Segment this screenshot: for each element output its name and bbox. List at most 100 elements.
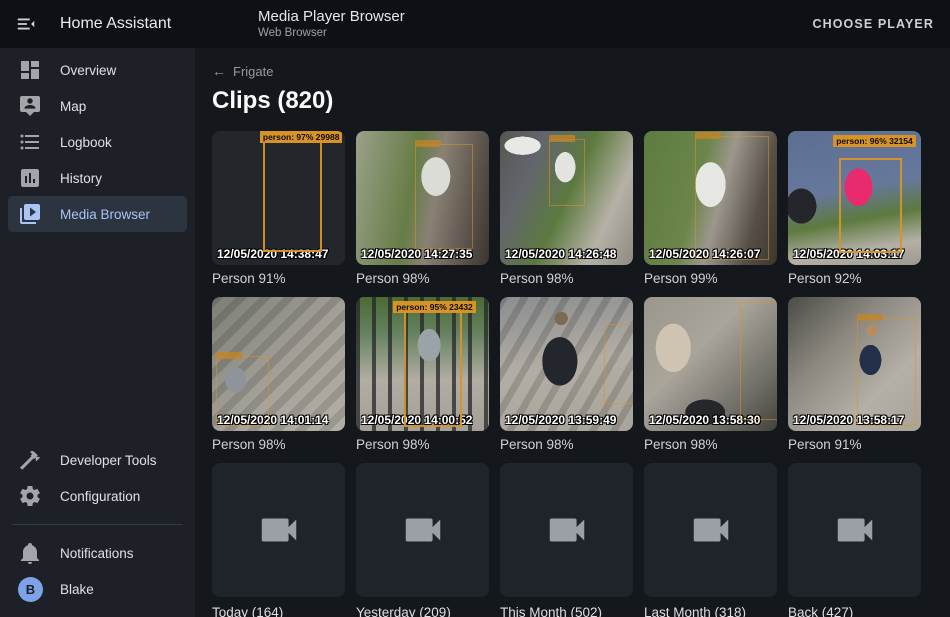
sidebar: Overview Map Logbook History Media Brows… bbox=[0, 48, 195, 617]
clip-card[interactable]: 12/05/2020 13:58:17 Person 91% bbox=[788, 297, 921, 454]
clip-timestamp: 12/05/2020 14:27:35 bbox=[361, 247, 472, 261]
clip-card[interactable]: 12/05/2020 13:58:30 Person 98% bbox=[644, 297, 777, 454]
choose-player-button[interactable]: CHOOSE PLAYER bbox=[812, 0, 934, 48]
folder-card-back[interactable]: Back (427) bbox=[788, 463, 921, 617]
sidebar-item-label: Logbook bbox=[60, 135, 112, 150]
detection-bbox bbox=[216, 356, 269, 426]
clip-caption: Person 98% bbox=[356, 437, 489, 454]
clip-caption: Person 98% bbox=[500, 437, 633, 454]
clip-caption: Person 98% bbox=[500, 271, 633, 288]
sidebar-toggle-button[interactable] bbox=[6, 4, 46, 44]
detection-label: person: 96% 32154 bbox=[833, 135, 916, 147]
breadcrumb-back-frigate[interactable]: ← Frigate bbox=[212, 63, 950, 79]
sidebar-item-history[interactable]: History bbox=[8, 160, 187, 196]
sidebar-spacer bbox=[0, 232, 195, 442]
folder-label: Back (427) bbox=[788, 605, 921, 617]
sidebar-item-label: Configuration bbox=[60, 489, 140, 504]
folder-label: This Month (502) bbox=[500, 605, 633, 617]
sidebar-item-media-browser[interactable]: Media Browser bbox=[8, 196, 187, 232]
clip-caption: Person 91% bbox=[212, 271, 345, 288]
clip-card[interactable]: person: 95% 23432 12/05/2020 14:00:52 Pe… bbox=[356, 297, 489, 454]
sidebar-item-notifications[interactable]: Notifications bbox=[8, 535, 187, 571]
avatar: B bbox=[18, 577, 43, 602]
clip-caption: Person 99% bbox=[644, 271, 777, 288]
sidebar-item-label: Map bbox=[60, 99, 86, 114]
clip-thumbnail: person: 95% 23432 12/05/2020 14:00:52 bbox=[356, 297, 489, 431]
clip-thumbnail: 12/05/2020 13:58:30 bbox=[644, 297, 777, 431]
sidebar-item-developer-tools[interactable]: Developer Tools bbox=[8, 442, 187, 478]
sidebar-item-label: Media Browser bbox=[60, 207, 150, 222]
detection-label: person: 95% 23432 bbox=[393, 301, 476, 313]
user-name: Blake bbox=[60, 582, 94, 597]
clip-thumbnail: 12/05/2020 13:58:17 bbox=[788, 297, 921, 431]
main-content: ← Frigate Clips (820) person: 97% 29988 … bbox=[195, 48, 950, 617]
folder-thumbnail bbox=[500, 463, 633, 597]
clip-timestamp: 12/05/2020 14:26:48 bbox=[505, 247, 616, 261]
sidebar-item-label: Developer Tools bbox=[60, 453, 157, 468]
detection-bbox bbox=[857, 318, 916, 425]
sidebar-item-configuration[interactable]: Configuration bbox=[8, 478, 187, 514]
detection-bbox bbox=[604, 324, 633, 404]
video-camera-icon bbox=[400, 507, 446, 553]
view-dashboard-icon bbox=[18, 58, 42, 82]
detection-label: person: 97% 29988 bbox=[260, 131, 343, 143]
detection-label bbox=[857, 314, 883, 321]
menu-open-icon bbox=[15, 13, 37, 35]
chart-box-icon bbox=[18, 166, 42, 190]
clip-card[interactable]: 12/05/2020 14:01:14 Person 98% bbox=[212, 297, 345, 454]
clip-card[interactable]: person: 96% 32154 12/05/2020 14:03:17 Pe… bbox=[788, 131, 921, 288]
clip-caption: Person 98% bbox=[356, 271, 489, 288]
back-arrow-icon: ← bbox=[212, 63, 226, 79]
folder-thumbnail bbox=[644, 463, 777, 597]
detection-bbox bbox=[404, 309, 463, 427]
detection-bbox bbox=[549, 139, 585, 206]
breadcrumb-label: Frigate bbox=[233, 64, 273, 79]
clips-grid: person: 97% 29988 12/05/2020 14:38:47 Pe… bbox=[212, 131, 950, 617]
folder-card-last-month[interactable]: Last Month (318) bbox=[644, 463, 777, 617]
detection-bbox bbox=[740, 302, 777, 420]
hammer-icon bbox=[18, 448, 42, 472]
play-box-multiple-icon bbox=[18, 202, 42, 226]
folder-card-yesterday[interactable]: Yesterday (209) bbox=[356, 463, 489, 617]
folder-card-this-month[interactable]: This Month (502) bbox=[500, 463, 633, 617]
panel-subtitle: Web Browser bbox=[258, 26, 405, 40]
folder-label: Today (164) bbox=[212, 605, 345, 617]
top-bar: Home Assistant Media Player Browser Web … bbox=[0, 0, 950, 48]
clip-thumbnail: 12/05/2020 14:27:35 bbox=[356, 131, 489, 265]
clip-thumbnail: 12/05/2020 14:26:48 bbox=[500, 131, 633, 265]
panel-header: Media Player Browser Web Browser bbox=[258, 7, 405, 40]
folder-thumbnail bbox=[356, 463, 489, 597]
detection-label bbox=[415, 140, 441, 147]
sidebar-item-profile[interactable]: B Blake bbox=[8, 571, 187, 607]
clip-thumbnail: person: 96% 32154 12/05/2020 14:03:17 bbox=[788, 131, 921, 265]
clip-caption: Person 98% bbox=[212, 437, 345, 454]
clip-card[interactable]: 12/05/2020 13:59:49 Person 98% bbox=[500, 297, 633, 454]
sidebar-divider bbox=[12, 524, 183, 525]
clip-thumbnail: 12/05/2020 13:59:49 bbox=[500, 297, 633, 431]
sidebar-item-label: History bbox=[60, 171, 102, 186]
clip-thumbnail: 12/05/2020 14:26:07 bbox=[644, 131, 777, 265]
clip-card[interactable]: 12/05/2020 14:27:35 Person 98% bbox=[356, 131, 489, 288]
gear-icon bbox=[18, 484, 42, 508]
folder-thumbnail bbox=[212, 463, 345, 597]
detection-bbox bbox=[263, 136, 323, 251]
folder-card-today[interactable]: Today (164) bbox=[212, 463, 345, 617]
clip-card[interactable]: 12/05/2020 14:26:48 Person 98% bbox=[500, 131, 633, 288]
sidebar-item-label: Notifications bbox=[60, 546, 134, 561]
sidebar-item-overview[interactable]: Overview bbox=[8, 52, 187, 88]
sidebar-item-logbook[interactable]: Logbook bbox=[8, 124, 187, 160]
list-bulleted-icon bbox=[18, 130, 42, 154]
folder-label: Yesterday (209) bbox=[356, 605, 489, 617]
clip-card[interactable]: 12/05/2020 14:26:07 Person 99% bbox=[644, 131, 777, 288]
clip-card[interactable]: person: 97% 29988 12/05/2020 14:38:47 Pe… bbox=[212, 131, 345, 288]
page-title: Clips (820) bbox=[212, 87, 950, 115]
detection-label bbox=[695, 132, 721, 139]
detection-bbox bbox=[695, 136, 769, 259]
clip-thumbnail: person: 97% 29988 12/05/2020 14:38:47 bbox=[212, 131, 345, 265]
video-camera-icon bbox=[256, 507, 302, 553]
clip-timestamp: 12/05/2020 13:59:49 bbox=[505, 413, 616, 427]
sidebar-item-map[interactable]: Map bbox=[8, 88, 187, 124]
video-camera-icon bbox=[544, 507, 590, 553]
bell-icon bbox=[18, 541, 42, 565]
detection-bbox bbox=[415, 144, 474, 249]
